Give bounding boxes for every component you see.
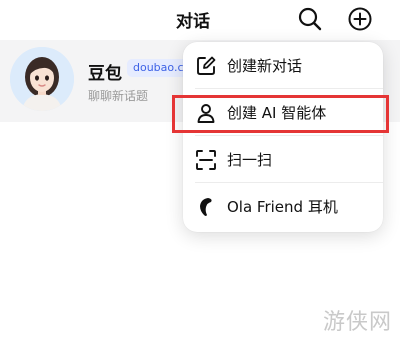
top-bar: 对话 <box>0 0 400 40</box>
menu-item-label: Ola Friend 耳机 <box>227 198 338 216</box>
menu-item-label: 扫一扫 <box>227 151 273 169</box>
menu-item-scan[interactable]: 扫一扫 <box>183 136 383 182</box>
menu-item-label: 创建新对话 <box>227 57 303 75</box>
page-title: 对话 <box>176 12 210 32</box>
add-menu-dropdown: 创建新对话 创建 AI 智能体 扫一扫 Ola Friend 耳机 <box>183 42 383 232</box>
scan-icon <box>195 149 217 171</box>
avatar-icon <box>10 47 74 111</box>
highlight-box <box>172 95 389 133</box>
menu-item-new-chat[interactable]: 创建新对话 <box>183 42 383 88</box>
search-icon[interactable] <box>297 6 323 32</box>
chat-subtitle: 聊聊新话题 <box>88 89 149 103</box>
plus-circle-icon[interactable] <box>347 6 373 32</box>
earphone-icon <box>195 196 217 218</box>
edit-icon <box>195 55 217 77</box>
watermark: 游侠网 <box>322 310 392 335</box>
chat-tag-badge: doubao.c <box>127 59 190 77</box>
menu-item-ola-friend[interactable]: Ola Friend 耳机 <box>183 183 383 229</box>
chat-name: 豆包 <box>88 64 122 84</box>
